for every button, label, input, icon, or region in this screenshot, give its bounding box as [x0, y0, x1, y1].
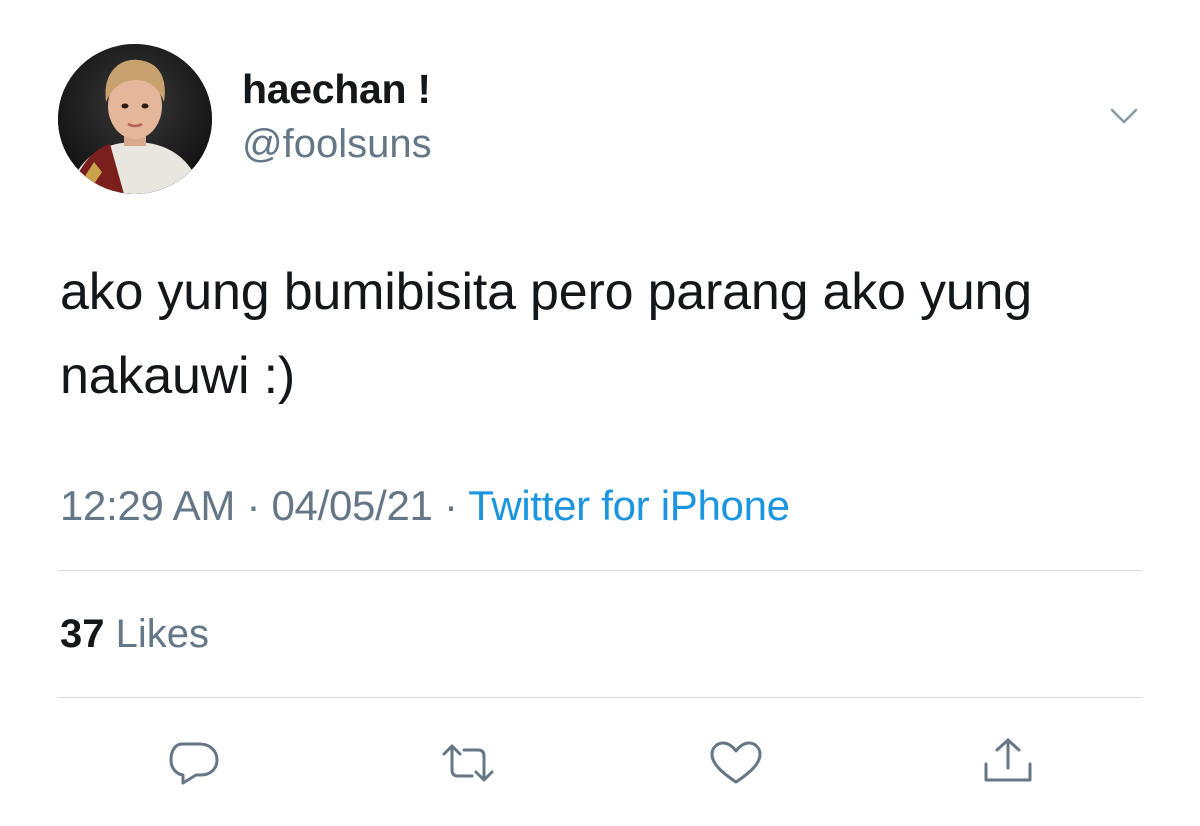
- like-button[interactable]: [708, 740, 764, 786]
- avatar-image: [58, 44, 212, 194]
- retweet-button[interactable]: [440, 740, 496, 786]
- divider: [58, 697, 1142, 698]
- user-handle[interactable]: @foolsuns: [242, 122, 432, 167]
- reply-icon: [169, 742, 219, 785]
- likes-stat[interactable]: 37 Likes: [60, 612, 209, 657]
- divider: [58, 570, 1142, 571]
- tweet-date: 04/05/21: [271, 482, 433, 529]
- tweet-source-link[interactable]: Twitter for iPhone: [468, 482, 790, 529]
- tweet-text: ako yung bumibisita pero parang ako yung…: [60, 263, 1032, 405]
- heart-icon: [710, 741, 762, 784]
- tweet-time: 12:29 AM: [60, 482, 236, 529]
- meta-separator: ·: [246, 482, 261, 529]
- display-name[interactable]: haechan !: [242, 66, 431, 113]
- meta-separator: ·: [443, 482, 458, 529]
- tweet-meta: 12:29 AM · 04/05/21 · Twitter for iPhone: [60, 482, 790, 530]
- share-icon: [984, 738, 1032, 782]
- retweet-icon: [442, 744, 494, 782]
- reply-button[interactable]: [166, 740, 222, 786]
- likes-label: Likes: [115, 612, 210, 656]
- chevron-down-icon[interactable]: [1108, 100, 1140, 132]
- avatar[interactable]: [58, 44, 212, 194]
- likes-count: 37: [60, 612, 105, 656]
- share-button[interactable]: [980, 736, 1036, 782]
